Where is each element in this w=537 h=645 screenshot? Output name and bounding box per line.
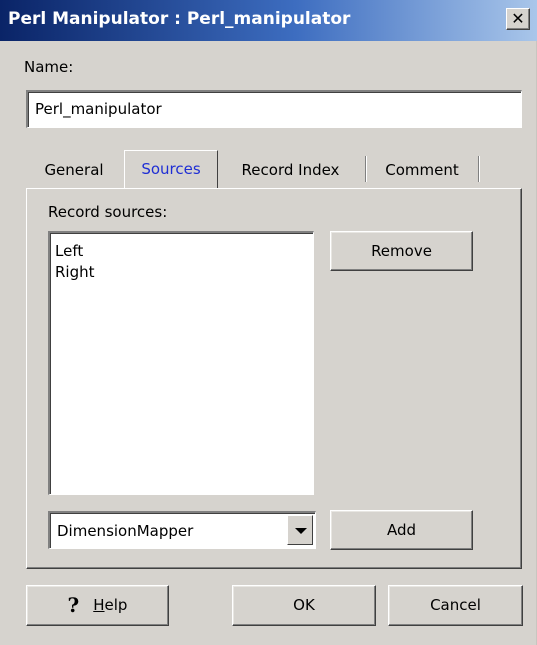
- tab-record-index[interactable]: Record Index: [218, 152, 363, 188]
- chevron-down-icon[interactable]: [287, 515, 313, 545]
- help-label: elp: [104, 596, 128, 614]
- record-sources-label: Record sources:: [48, 203, 168, 221]
- tab-comment[interactable]: Comment: [367, 152, 477, 188]
- dialog-window: Perl Manipulator : Perl_manipulator ✕ Na…: [0, 0, 537, 645]
- source-dropdown[interactable]: DimensionMapper: [48, 511, 316, 549]
- ok-button[interactable]: OK: [232, 585, 376, 626]
- tab-divider: [478, 156, 480, 182]
- name-label: Name:: [24, 58, 74, 76]
- window-title: Perl Manipulator : Perl_manipulator: [8, 9, 351, 29]
- record-sources-list[interactable]: Left Right: [48, 231, 314, 495]
- help-button[interactable]: ? Help: [26, 585, 169, 626]
- help-icon: ?: [67, 593, 80, 617]
- add-button[interactable]: Add: [330, 510, 473, 550]
- name-input[interactable]: Perl_manipulator: [26, 90, 522, 128]
- cancel-button[interactable]: Cancel: [388, 585, 523, 626]
- remove-button[interactable]: Remove: [330, 231, 473, 271]
- close-icon: ✕: [511, 9, 525, 28]
- dropdown-value: DimensionMapper: [57, 522, 194, 540]
- help-label-mnemonic: H: [93, 596, 105, 614]
- close-button[interactable]: ✕: [506, 8, 530, 30]
- list-item[interactable]: Left: [55, 241, 313, 262]
- list-item[interactable]: Right: [55, 262, 313, 283]
- title-bar[interactable]: Perl Manipulator : Perl_manipulator ✕: [0, 0, 537, 41]
- tab-sources[interactable]: Sources: [124, 150, 218, 188]
- tab-general[interactable]: General: [26, 152, 122, 188]
